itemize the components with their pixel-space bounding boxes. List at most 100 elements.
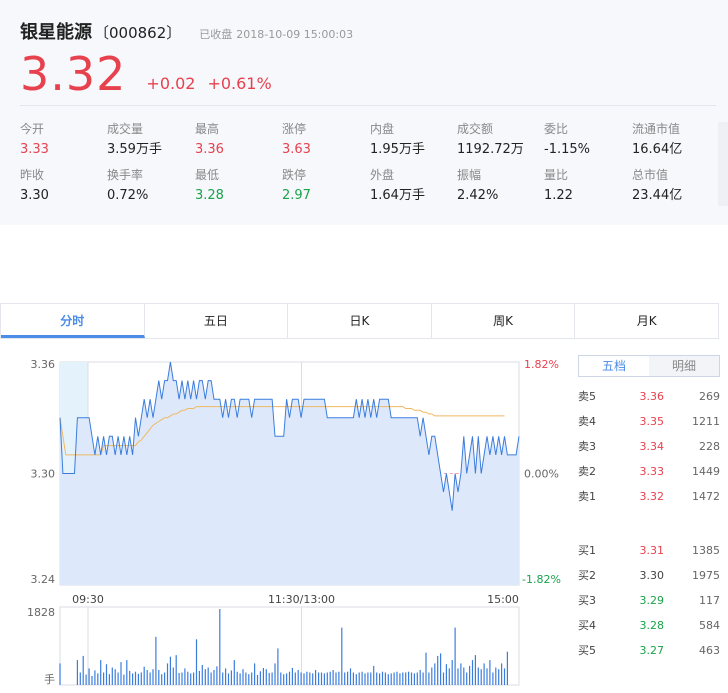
level-price: 3.35 (639, 415, 665, 428)
level-name: 卖3 (578, 440, 596, 453)
stat-value: 2.97 (282, 188, 311, 203)
stat-label: 换手率 (107, 168, 144, 182)
level-name: 买5 (578, 644, 596, 657)
stat-item: 涨停 3.63 (282, 120, 372, 164)
tab-five-day[interactable]: 五日 (145, 304, 289, 338)
stat-item: 振幅 2.42% (457, 166, 547, 210)
level-name: 买1 (578, 544, 596, 557)
stat-item: 量比 1.22 (544, 166, 634, 210)
bid-row: 买4 3.28 584 (578, 614, 720, 638)
stat-value: 16.64亿 (632, 142, 683, 157)
stat-label: 最低 (195, 168, 220, 182)
stat-item: 最高 3.36 (195, 120, 285, 164)
stat-value: 1.95万手 (370, 142, 425, 157)
divider (20, 105, 716, 106)
level-volume: 1472 (692, 490, 720, 503)
level-volume: 269 (699, 390, 720, 403)
ask-row: 卖3 3.34 228 (578, 435, 720, 459)
stat-item: 委比 -1.15% (544, 120, 634, 164)
level-price: 3.27 (639, 644, 665, 657)
stat-label: 量比 (544, 168, 569, 182)
x-tick-label: 11:30/13:00 (268, 593, 335, 606)
y-tick-label: 3.30 (31, 468, 56, 481)
stat-label: 委比 (544, 122, 569, 136)
level-price: 3.31 (639, 544, 665, 557)
y-right-tick-label: 0.00% (524, 468, 559, 481)
stats-grid: 今开 3.33 成交量 3.59万手 最高 3.36 涨停 3.63 内盘 1.95万手 成交额 11… (20, 120, 720, 210)
stat-label: 外盘 (370, 168, 395, 182)
level-price: 3.29 (639, 594, 665, 607)
bid-row: 买5 3.27 463 (578, 639, 720, 663)
tab-details[interactable]: 明细 (649, 356, 719, 376)
level-price: 3.36 (639, 390, 665, 403)
bid-row: 买3 3.29 117 (578, 589, 720, 613)
current-price: 3.32 (20, 47, 127, 101)
stat-value: 3.36 (195, 142, 224, 157)
stat-value: 3.28 (195, 188, 224, 203)
level-name: 卖4 (578, 415, 596, 428)
tab-timeshare[interactable]: 分时 (1, 304, 145, 338)
stat-value: 2.42% (457, 188, 499, 203)
quote-time: 2018-10-09 15:00:03 (236, 28, 354, 41)
bid-row: 买1 3.31 1385 (578, 539, 720, 563)
ask-row: 卖1 3.32 1472 (578, 485, 720, 509)
bid-row: 买2 3.30 1975 (578, 564, 720, 588)
level-name: 卖5 (578, 390, 596, 403)
stat-item: 流通市值 16.64亿 (632, 120, 722, 164)
stat-value: 3.30 (20, 188, 49, 203)
tab-monthly-k[interactable]: 月K (575, 304, 718, 338)
quote-header: 银星能源 〔000862〕 已收盘 2018-10-09 15:00:03 3.… (0, 0, 728, 225)
stat-label: 涨停 (282, 122, 307, 136)
stat-label: 总市值 (632, 168, 669, 182)
price-change-pct: +0.61% (207, 73, 272, 93)
stat-label: 跌停 (282, 168, 307, 182)
level-price: 3.32 (639, 490, 665, 503)
level-volume: 1211 (692, 415, 720, 428)
stat-value: -1.15% (544, 142, 590, 157)
tab-weekly-k[interactable]: 周K (432, 304, 576, 338)
level-volume: 1385 (692, 544, 720, 557)
stat-value: 1192.72万 (457, 142, 524, 157)
price-change: +0.02 (146, 73, 196, 93)
stock-code: 〔000862〕 (94, 24, 182, 42)
stat-label: 成交量 (107, 122, 144, 136)
level-price: 3.33 (639, 465, 665, 478)
level-name: 买2 (578, 569, 596, 582)
y-right-tick-label: 1.82% (524, 358, 559, 371)
x-tick-label: 15:00 (487, 593, 519, 606)
stat-value: 23.44亿 (632, 188, 683, 203)
y-right-tick-label: -1.82% (522, 573, 561, 586)
stat-label: 流通市值 (632, 122, 681, 136)
y-tick-label: 3.24 (31, 573, 56, 586)
volume-unit-label: 手 (44, 672, 55, 686)
level-volume: 117 (699, 594, 720, 607)
level-price: 3.30 (639, 569, 665, 582)
ask-row: 卖2 3.33 1449 (578, 460, 720, 484)
stat-item: 昨收 3.30 (20, 166, 110, 210)
level-volume: 1975 (692, 569, 720, 582)
panel-tabs: 五档 明细 (578, 355, 720, 377)
stat-item: 总市值 23.44亿 (632, 166, 722, 210)
stat-label: 最高 (195, 122, 220, 136)
level-name: 卖2 (578, 465, 596, 478)
level-price: 3.34 (639, 440, 665, 453)
stat-item: 最低 3.28 (195, 166, 285, 210)
stat-label: 成交额 (457, 122, 494, 136)
level-volume: 228 (699, 440, 720, 453)
stat-value: 1.64万手 (370, 188, 425, 203)
stat-value: 3.63 (282, 142, 311, 157)
stat-value: 3.59万手 (107, 142, 162, 157)
level-volume: 584 (699, 619, 720, 632)
tab-five-levels[interactable]: 五档 (579, 356, 649, 376)
stat-label: 内盘 (370, 122, 395, 136)
tab-daily-k[interactable]: 日K (288, 304, 432, 338)
ask-row: 卖4 3.35 1211 (578, 410, 720, 434)
stat-item: 换手率 0.72% (107, 166, 197, 210)
stat-value: 1.22 (544, 188, 573, 203)
stat-label: 昨收 (20, 168, 45, 182)
chart-tabs: 分时 五日 日K 周K 月K (0, 303, 719, 339)
x-tick-label: 09:30 (72, 593, 104, 606)
stat-item: 成交量 3.59万手 (107, 120, 197, 164)
stat-value: 0.72% (107, 188, 149, 203)
level-volume: 1449 (692, 465, 720, 478)
